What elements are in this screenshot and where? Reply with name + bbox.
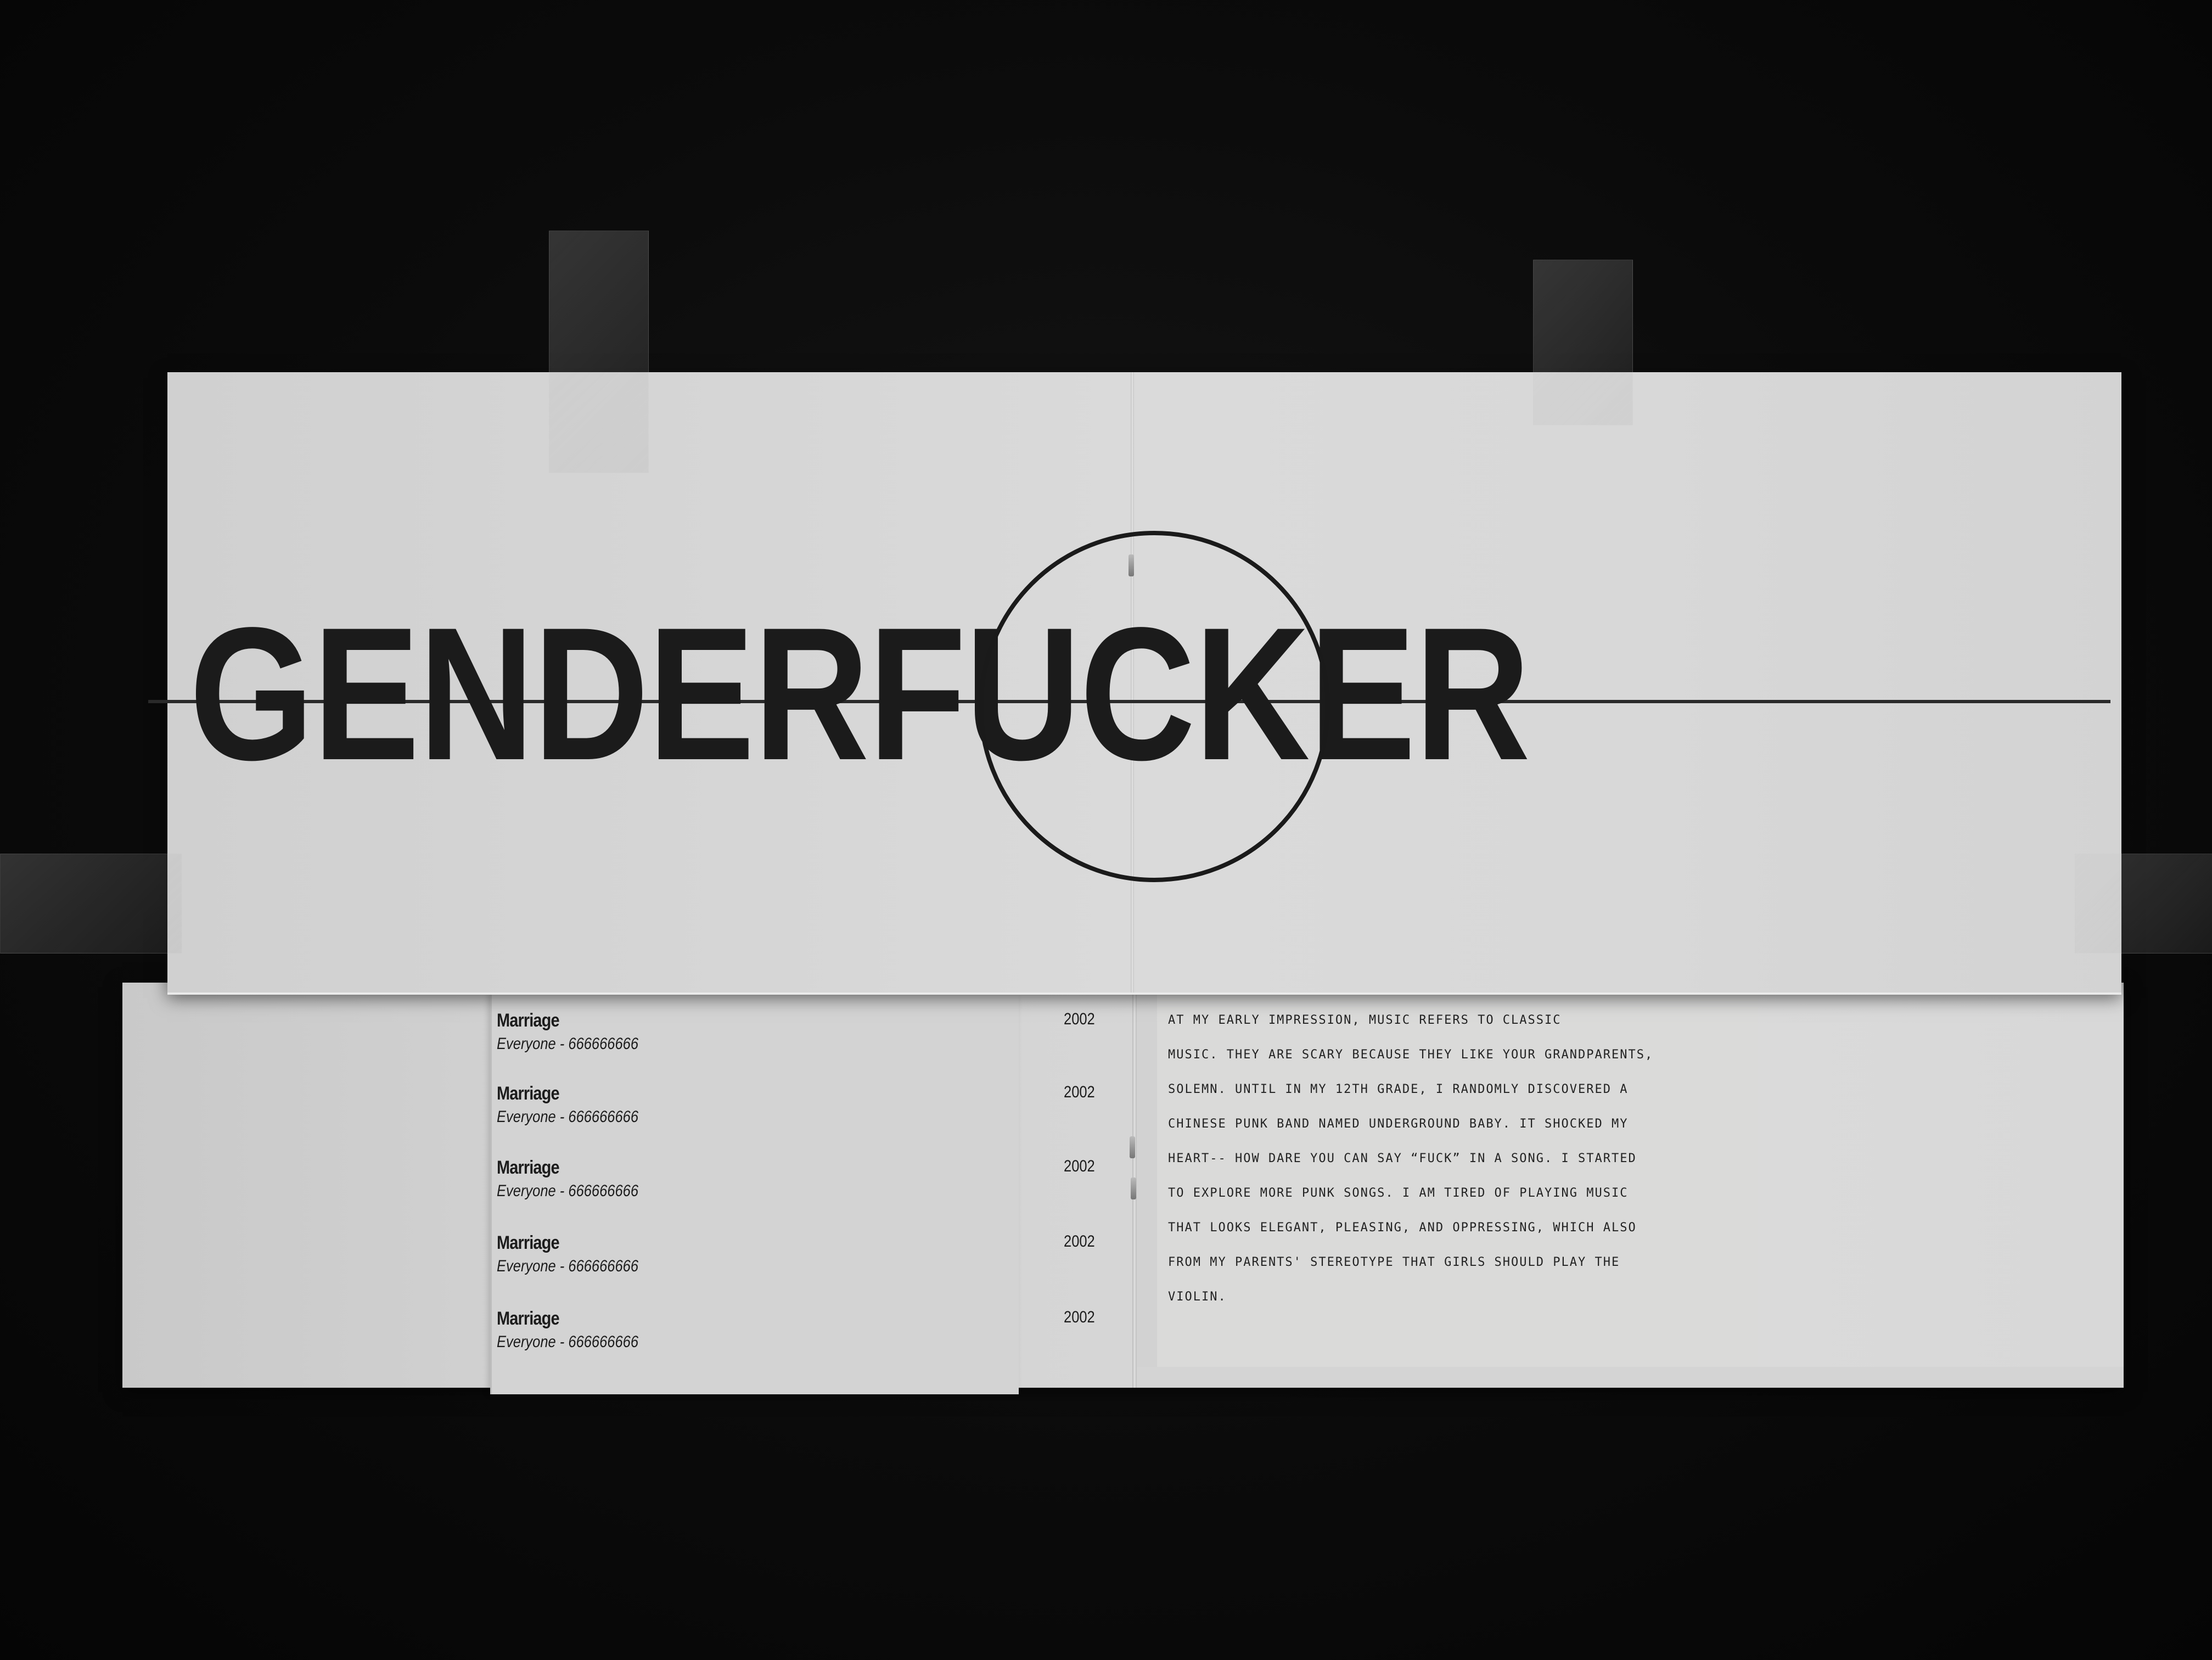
staple (1130, 1136, 1135, 1158)
track-artist-line: Everyone - 666666666 (497, 1035, 639, 1053)
photo-scene: Marriage Everyone - 666666666 2002 Marri… (0, 0, 2212, 1660)
track-list: Marriage Everyone - 666666666 2002 Marri… (497, 1010, 1095, 1367)
essay-line: THAT LOOKS ELEGANT, PLEASING, AND OPPRES… (1168, 1221, 1637, 1235)
staple (1129, 554, 1134, 576)
track-title: Marriage (497, 1157, 560, 1178)
track-artist-line: Everyone - 666666666 (497, 1182, 639, 1200)
track-title: Marriage (497, 1232, 560, 1253)
staple (1131, 1177, 1136, 1199)
essay-line: FROM MY PARENTS' STEREOTYPE THAT GIRLS S… (1168, 1255, 1620, 1269)
essay-line: VIOLIN. (1168, 1290, 1227, 1304)
essay-line: TO EXPLORE MORE PUNK SONGS. I AM TIRED O… (1168, 1186, 1629, 1200)
poster-edge (167, 992, 2121, 995)
track-artist-line: Everyone - 666666666 (497, 1108, 639, 1126)
track-row: Marriage Everyone - 666666666 2002 (497, 1232, 1095, 1287)
track-row: Marriage Everyone - 666666666 2002 (497, 1308, 1095, 1363)
track-year: 2002 (1064, 1232, 1095, 1250)
essay-text: AT MY EARLY IMPRESSION, MUSIC REFERS TO … (1168, 1013, 1695, 1324)
tape-strip (2075, 854, 2212, 954)
essay-line: MUSIC. THEY ARE SCARY BECAUSE THEY LIKE … (1168, 1048, 1654, 1062)
track-year: 2002 (1064, 1010, 1095, 1028)
track-artist-line: Everyone - 666666666 (497, 1257, 639, 1275)
essay-line: HEART-- HOW DARE YOU CAN SAY “FUCK” IN A… (1168, 1152, 1637, 1165)
tape-strip (1533, 260, 1633, 425)
track-title: Marriage (497, 1010, 560, 1031)
track-year: 2002 (1064, 1308, 1095, 1326)
track-row: Marriage Everyone - 666666666 2002 (497, 1083, 1095, 1138)
tape-strip (0, 854, 182, 954)
track-year: 2002 (1064, 1157, 1095, 1175)
track-title: Marriage (497, 1083, 560, 1104)
circle-mark (979, 531, 1330, 882)
tape-strip (549, 231, 649, 473)
track-title: Marriage (497, 1308, 560, 1329)
essay-line: AT MY EARLY IMPRESSION, MUSIC REFERS TO … (1168, 1013, 1562, 1027)
track-row: Marriage Everyone - 666666666 2002 (497, 1157, 1095, 1212)
essay-line: SOLEMN. UNTIL IN MY 12TH GRADE, I RANDOM… (1168, 1083, 1629, 1096)
essay-line: CHINESE PUNK BAND NAMED UNDERGROUND BABY… (1168, 1117, 1629, 1131)
track-artist-line: Everyone - 666666666 (497, 1333, 639, 1351)
track-row: Marriage Everyone - 666666666 2002 (497, 1010, 1095, 1065)
track-year: 2002 (1064, 1083, 1095, 1101)
lower-booklet-spread (122, 983, 2124, 1388)
